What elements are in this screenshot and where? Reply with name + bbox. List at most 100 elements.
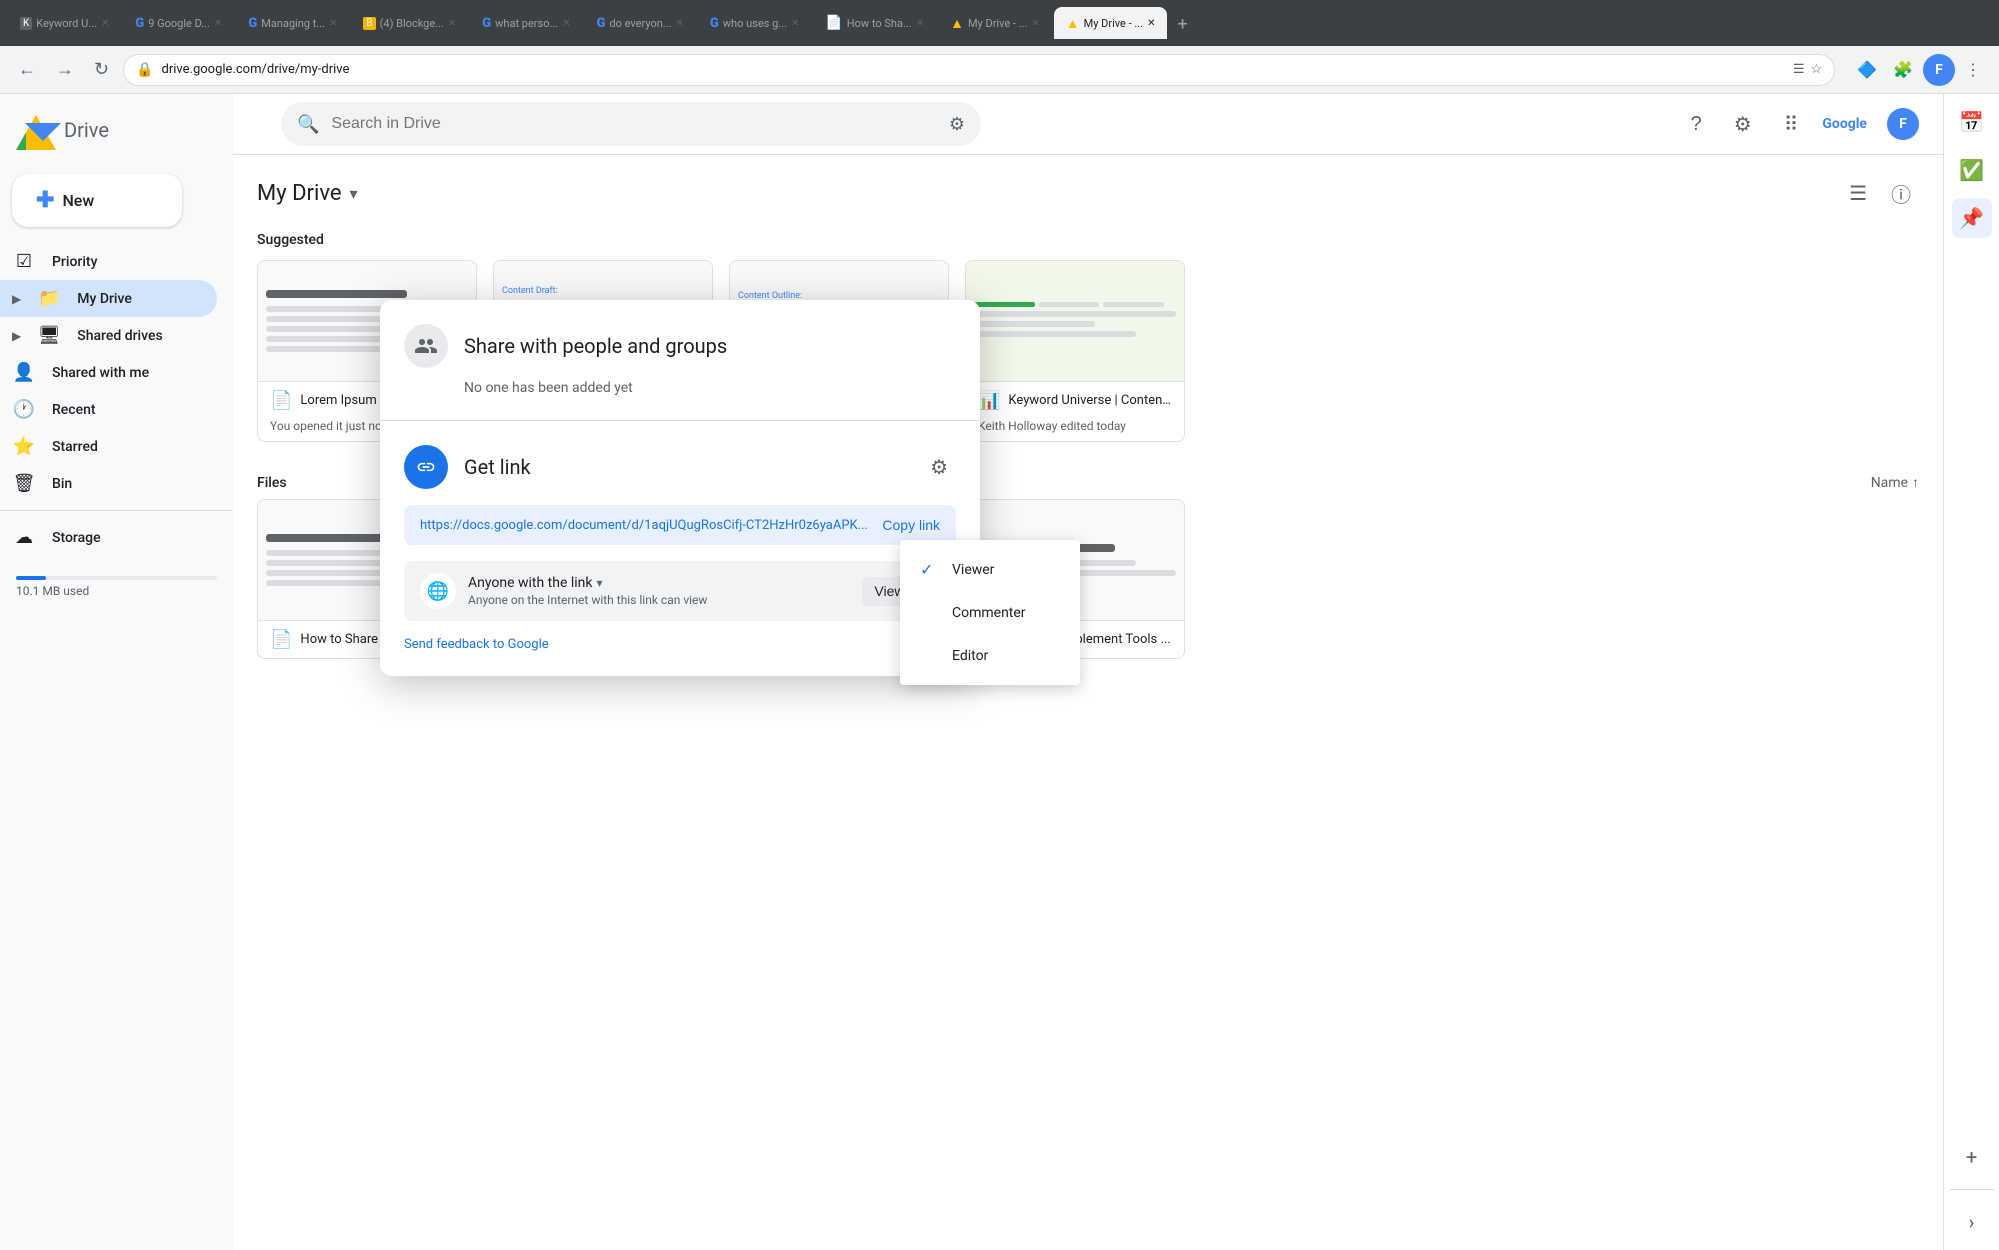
tab-close-mydrive2[interactable]: ✕: [1147, 18, 1155, 29]
sidebar-item-label-recent: Recent: [52, 402, 96, 418]
star-address-icon[interactable]: ☆: [1811, 62, 1823, 77]
sidebar-item-label-shared-with-me: Shared with me: [52, 365, 149, 381]
get-link-section: Get link ⚙ https://docs.google.com/docum…: [380, 420, 980, 676]
name-sort-button[interactable]: Name ↑: [1871, 474, 1919, 491]
tab-close-managing[interactable]: ✕: [329, 18, 337, 29]
tab-howto[interactable]: 📄 How to Sha... ✕: [813, 7, 936, 39]
link-box: https://docs.google.com/document/d/1aqjU…: [404, 505, 956, 545]
tab-close-howto[interactable]: ✕: [916, 18, 924, 29]
file-subtext-keyword: Keith Holloway edited today: [966, 419, 1184, 441]
tab-close-9google[interactable]: ✕: [214, 18, 222, 29]
storage-used-text: 10.1 MB used: [16, 584, 89, 598]
tab-9google[interactable]: G 9 Google D... ✕: [123, 7, 234, 39]
get-link-settings-button[interactable]: ⚙: [922, 447, 956, 488]
editor-option-label: Editor: [952, 648, 988, 664]
dropdown-item-viewer[interactable]: ✓ Viewer: [900, 548, 1080, 591]
access-left: 🌐 Anyone with the link ▾ Anyone on the I…: [420, 573, 707, 609]
address-bar[interactable]: 🔒 drive.google.com/drive/my-drive ☰ ☆: [123, 54, 1835, 86]
file-info-keyword: 📊 Keyword Universe | Content Ca...: [966, 381, 1184, 419]
forward-button[interactable]: →: [50, 53, 80, 86]
my-drive-dropdown-arrow[interactable]: ▾: [350, 184, 358, 203]
viewer-option-label: Viewer: [952, 562, 994, 578]
sidebar-item-priority[interactable]: ☑ Priority: [0, 243, 217, 280]
sidebar-item-storage[interactable]: ☁ Storage: [0, 519, 217, 556]
sidebar-item-label-shared-drives: Shared drives: [77, 328, 162, 344]
tab-close-blockge[interactable]: ✕: [448, 18, 456, 29]
reload-button[interactable]: ↻: [88, 53, 115, 86]
right-panel: 📅 ✅ 📌 + ›: [1943, 94, 1999, 1250]
tab-close-do[interactable]: ✕: [676, 18, 684, 29]
extension-button-1[interactable]: 🔷: [1851, 54, 1883, 86]
sidebar-item-starred[interactable]: ⭐ Starred: [0, 428, 217, 465]
lock-icon: 🔒: [136, 62, 153, 78]
filter-icon[interactable]: ⚙: [949, 114, 965, 135]
suggested-section-title: Suggested: [233, 224, 1943, 260]
tab-close-mydrive1[interactable]: ✕: [1031, 18, 1039, 29]
sidebar-item-bin[interactable]: 🗑 Bin: [0, 465, 217, 502]
search-input[interactable]: [331, 115, 936, 133]
search-bar[interactable]: 🔍 ⚙: [281, 102, 981, 146]
tab-close-who[interactable]: ✕: [791, 18, 799, 29]
profile-avatar[interactable]: F: [1923, 54, 1955, 86]
drive-title: Drive: [64, 118, 109, 142]
sidebar-item-my-drive[interactable]: ▶ 📁 My Drive: [0, 280, 217, 317]
preview-header-keyword: [974, 302, 1176, 307]
right-panel-expand-icon[interactable]: ›: [1952, 1202, 1992, 1242]
url-text: drive.google.com/drive/my-drive: [162, 62, 1785, 77]
new-button[interactable]: ✚ New: [12, 174, 182, 227]
preview-line: [974, 331, 1136, 337]
globe-icon: 🌐: [420, 573, 456, 609]
my-drive-expand-arrow[interactable]: ▶: [12, 292, 21, 306]
menu-button[interactable]: ⋮: [1959, 54, 1987, 86]
tab-mydrive2[interactable]: ▲ My Drive - ... ✕: [1054, 7, 1168, 39]
tab-what[interactable]: G what perso... ✕: [470, 7, 582, 39]
tab-fav-howto: 📄: [825, 15, 842, 31]
tab-fav-do: G: [597, 16, 606, 31]
right-panel-add-button[interactable]: +: [1952, 1137, 1992, 1177]
back-button[interactable]: ←: [12, 53, 42, 86]
search-icon: 🔍: [297, 114, 319, 135]
list-view-button[interactable]: ☰: [1841, 171, 1875, 216]
tab-managing[interactable]: G Managing t... ✕: [236, 7, 349, 39]
tab-do[interactable]: G do everyon... ✕: [585, 7, 696, 39]
sidebar-item-shared-with-me[interactable]: 👤 Shared with me: [0, 354, 217, 391]
sidebar-item-label-bin: Bin: [52, 476, 72, 492]
google-apps-button[interactable]: ⠿: [1776, 104, 1807, 145]
info-button[interactable]: ⓘ: [1883, 171, 1919, 216]
dropdown-item-editor[interactable]: ✓ Editor: [900, 634, 1080, 677]
right-panel-keep-icon[interactable]: 📌: [1952, 198, 1992, 238]
help-button[interactable]: ?: [1683, 105, 1710, 144]
new-tab-button[interactable]: +: [1169, 10, 1195, 39]
access-type-dropdown[interactable]: Anyone with the link ▾: [468, 575, 707, 591]
tab-close-what[interactable]: ✕: [562, 18, 570, 29]
link-icon-circle: [404, 445, 448, 489]
file-icon-lorem-ipsum: 📄: [270, 390, 292, 411]
tab-who[interactable]: G who uses g... ✕: [698, 7, 811, 39]
bin-icon: 🗑: [12, 473, 36, 494]
sidebar-item-recent[interactable]: 🕐 Recent: [0, 391, 217, 428]
settings-button[interactable]: ⚙: [1726, 104, 1760, 145]
sidebar-item-shared-drives[interactable]: ▶ 🖥 Shared drives: [0, 317, 217, 354]
right-panel-tasks-icon[interactable]: ✅: [1952, 150, 1992, 190]
tab-blockge[interactable]: B (4) Blockge... ✕: [351, 7, 468, 39]
tab-keyword[interactable]: K Keyword U... ✕: [8, 7, 121, 39]
shared-drives-expand-arrow[interactable]: ▶: [12, 329, 21, 343]
extension-button-2[interactable]: 🧩: [1887, 54, 1919, 86]
copy-link-button[interactable]: Copy link: [882, 517, 940, 533]
priority-icon: ☑: [12, 251, 36, 272]
suggested-file-keyword[interactable]: 📊 Keyword Universe | Content Ca... Keith…: [965, 260, 1185, 442]
feedback-link[interactable]: Send feedback to Google: [404, 637, 956, 652]
tune-icon[interactable]: ☰: [1793, 62, 1805, 77]
right-panel-calendar-icon[interactable]: 📅: [1952, 102, 1992, 142]
tab-close-keyword[interactable]: ✕: [101, 18, 109, 29]
storage-section: 10.1 MB used: [0, 556, 233, 610]
tab-fav-9google: G: [135, 16, 144, 31]
dropdown-item-commenter[interactable]: ✓ Commenter: [900, 591, 1080, 634]
user-avatar[interactable]: F: [1887, 108, 1919, 140]
new-button-icon: ✚: [36, 188, 54, 213]
tab-mydrive1[interactable]: ▲ My Drive - ... ✕: [938, 7, 1052, 39]
app-top-bar: 🔍 ⚙ ? ⚙ ⠿ Google F: [233, 94, 1943, 155]
file-icon-how-to-share: 📄: [270, 629, 292, 650]
sidebar-item-label-priority: Priority: [52, 254, 97, 270]
sidebar-item-label-my-drive: My Drive: [77, 291, 132, 307]
